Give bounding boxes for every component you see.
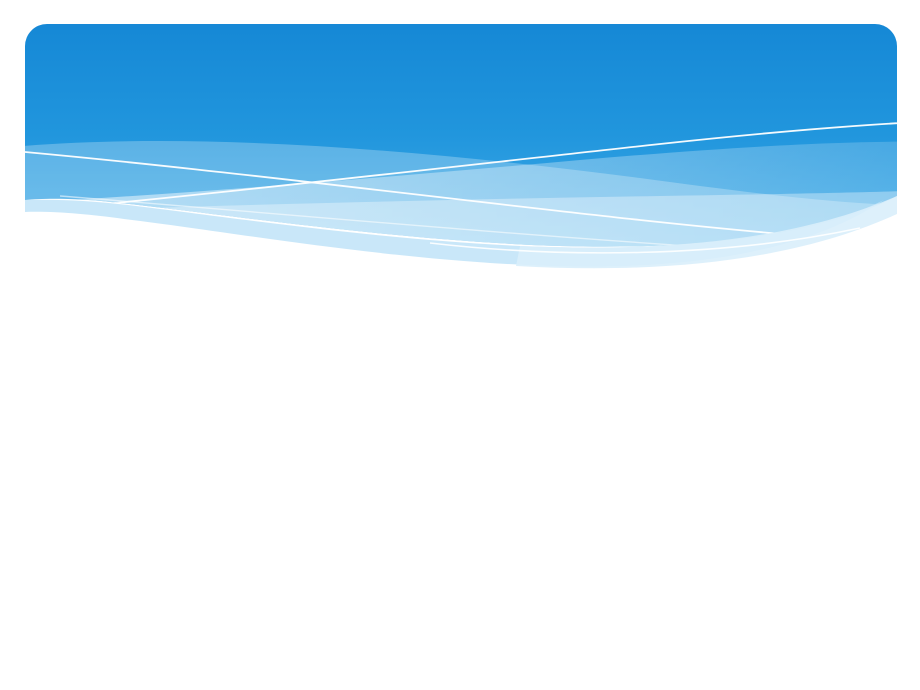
- slide: [0, 0, 920, 690]
- slide-content: [0, 0, 920, 690]
